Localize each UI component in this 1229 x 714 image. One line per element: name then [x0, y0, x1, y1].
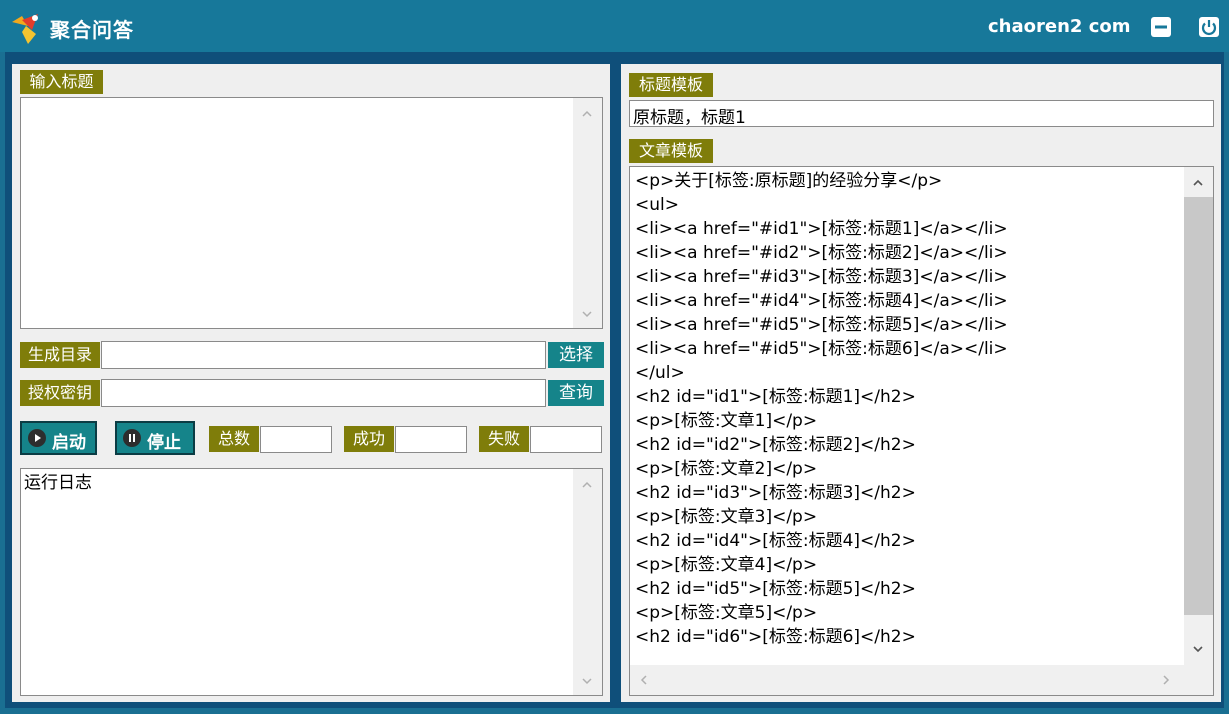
- chevron-up-icon[interactable]: [581, 479, 593, 491]
- article-line: <p>[标签:文章4]</p>: [635, 555, 818, 575]
- app-logo-icon: [12, 14, 38, 44]
- article-line: </ul>: [635, 363, 685, 383]
- auth-key-input[interactable]: [101, 379, 546, 407]
- stop-label: 停止: [147, 433, 181, 453]
- right-panel: 标题模板 原标题，标题1 文章模板 <p>关于[标签:原标题]的经验分享</p>…: [621, 64, 1221, 702]
- article-line: <li><a href="#id3">[标签:标题3]</a></li>: [635, 267, 1008, 287]
- title-bar: 聚合问答 chaoren2 com: [0, 0, 1229, 52]
- input-title-textarea[interactable]: [20, 97, 603, 329]
- chevron-up-icon[interactable]: [581, 108, 593, 120]
- article-vscroll-thumb[interactable]: [1184, 197, 1213, 615]
- article-line: <p>[标签:文章2]</p>: [635, 459, 818, 479]
- power-icon[interactable]: [1198, 16, 1220, 38]
- article-line: <li><a href="#id5">[标签:标题6]</a></li>: [635, 339, 1008, 359]
- gen-dir-input[interactable]: [101, 341, 546, 369]
- gen-dir-label: 生成目录: [20, 342, 100, 368]
- total-field[interactable]: [260, 426, 332, 453]
- stop-button[interactable]: 停止: [115, 421, 195, 455]
- input-title-scrollbar[interactable]: [573, 98, 602, 328]
- chevron-up-icon[interactable]: [1192, 177, 1204, 189]
- article-line: <ul>: [635, 195, 679, 215]
- play-icon: [28, 429, 46, 447]
- site-label: chaoren2 com: [988, 16, 1131, 37]
- run-log[interactable]: 运行日志: [20, 468, 603, 696]
- chevron-down-icon[interactable]: [581, 308, 593, 320]
- input-title-text: [21, 98, 602, 104]
- auth-key-label: 授权密钥: [20, 380, 100, 406]
- run-log-text: 运行日志: [24, 473, 92, 493]
- left-panel: 输入标题 生成目录 选择 授权密钥 查询 启动 停止 总数 成功 失败 运行日志: [12, 64, 610, 702]
- article-template-text: <p>关于[标签:原标题]的经验分享</p> <ul> <li><a href="#…: [635, 169, 1180, 665]
- minimize-icon[interactable]: [1150, 16, 1172, 38]
- pause-icon: [123, 429, 141, 447]
- gen-dir-value: [102, 339, 108, 364]
- total-label: 总数: [209, 426, 259, 452]
- start-label: 启动: [52, 433, 86, 453]
- chevron-down-icon[interactable]: [1192, 643, 1204, 655]
- chevron-down-icon[interactable]: [581, 675, 593, 687]
- article-template-label: 文章模板: [629, 139, 713, 163]
- fail-field[interactable]: [530, 426, 602, 453]
- article-vscrollbar[interactable]: [1184, 167, 1213, 665]
- article-line: <li><a href="#id5">[标签:标题5]</a></li>: [635, 315, 1008, 335]
- fail-label: 失败: [479, 426, 529, 452]
- article-line: <li><a href="#id2">[标签:标题2]</a></li>: [635, 243, 1008, 263]
- select-button[interactable]: 选择: [548, 342, 604, 368]
- chevron-right-icon[interactable]: [1160, 674, 1172, 686]
- article-template-editor[interactable]: <p>关于[标签:原标题]的经验分享</p> <ul> <li><a href="#…: [629, 166, 1214, 696]
- input-title-label: 输入标题: [20, 70, 103, 94]
- article-line: <h2 id="id6">[标签:标题6]</h2>: [635, 627, 916, 647]
- title-template-input[interactable]: 原标题，标题1: [629, 100, 1214, 128]
- article-line: <h2 id="id4">[标签:标题4]</h2>: [635, 531, 916, 551]
- article-line: <h2 id="id5">[标签:标题5]</h2>: [635, 579, 916, 599]
- article-line: <p>关于[标签:原标题]的经验分享</p>: [635, 171, 943, 191]
- run-log-scrollbar[interactable]: [573, 469, 602, 695]
- auth-key-value: [102, 377, 108, 402]
- article-line: <h2 id="id2">[标签:标题2]</h2>: [635, 435, 916, 455]
- query-button[interactable]: 查询: [548, 380, 604, 406]
- article-line: <h2 id="id3">[标签:标题3]</h2>: [635, 483, 916, 503]
- app-title: 聚合问答: [50, 18, 134, 42]
- article-line: <p>[标签:文章1]</p>: [635, 411, 818, 431]
- title-template-value: 原标题，标题1: [633, 108, 746, 128]
- chevron-left-icon[interactable]: [638, 674, 650, 686]
- success-label: 成功: [344, 426, 394, 452]
- article-line: <p>[标签:文章3]</p>: [635, 507, 818, 527]
- article-line: <li><a href="#id4">[标签:标题4]</a></li>: [635, 291, 1008, 311]
- article-line: <li><a href="#id1">[标签:标题1]</a></li>: [635, 219, 1008, 239]
- article-line: <p>[标签:文章5]</p>: [635, 603, 818, 623]
- article-hscrollbar[interactable]: [630, 665, 1213, 695]
- success-field[interactable]: [395, 426, 467, 453]
- start-button[interactable]: 启动: [20, 421, 97, 455]
- article-line: <h2 id="id1">[标签:标题1]</h2>: [635, 387, 916, 407]
- title-template-label: 标题模板: [629, 73, 713, 97]
